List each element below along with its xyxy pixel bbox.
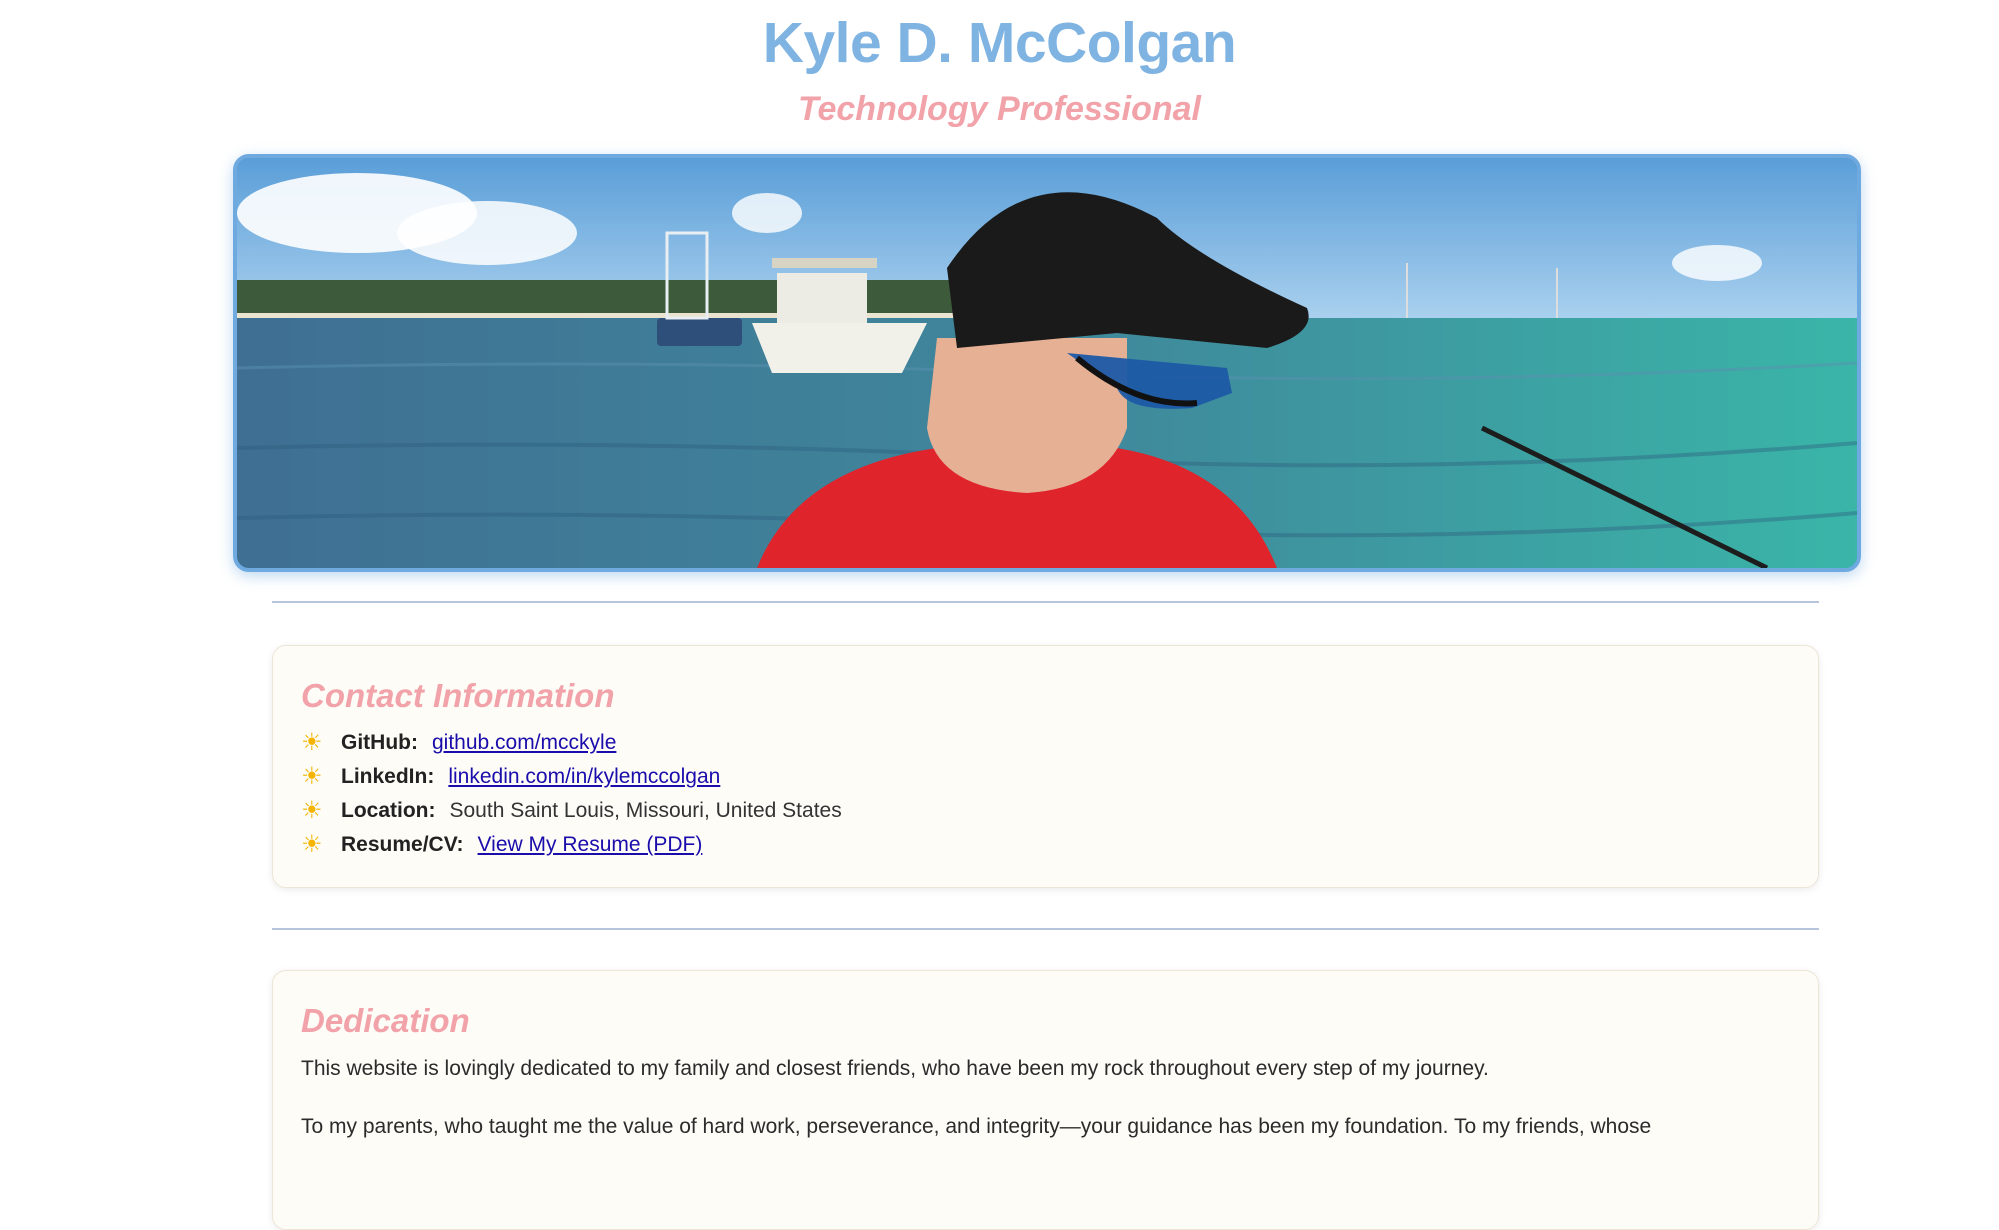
dedication-card: Dedication This website is lovingly dedi… (272, 970, 1819, 1230)
sun-icon: ☀ (301, 763, 323, 790)
sun-icon: ☀ (301, 729, 323, 756)
hero-photo-image (237, 158, 1857, 568)
resume-link[interactable]: View My Resume (PDF) (478, 828, 703, 862)
contact-item-linkedin: ☀ LinkedIn: linkedin.com/in/kylemccolgan (301, 760, 1790, 794)
contact-label: LinkedIn: (341, 765, 435, 788)
contact-item-github: ☀ GitHub: github.com/mcckyle (301, 726, 1790, 760)
contact-label: Resume/CV: (341, 833, 464, 856)
contact-item-location: ☀ Location: South Saint Louis, Missouri,… (301, 794, 1790, 828)
dedication-paragraph: To my parents, who taught me the value o… (301, 1115, 1652, 1138)
github-link[interactable]: github.com/mcckyle (432, 726, 616, 760)
location-text: South Saint Louis, Missouri, United Stat… (449, 799, 842, 822)
sun-icon: ☀ (301, 797, 323, 824)
hero-photo (233, 154, 1861, 572)
page-title: Kyle D. McColgan (762, 11, 1237, 75)
sun-icon: ☀ (301, 831, 323, 858)
site-header: Kyle D. McColgan Technology Professional (0, 0, 1999, 130)
page-subtitle: Technology Professional (797, 90, 1202, 128)
contact-list: ☀ GitHub: github.com/mcckyle ☀ LinkedIn:… (301, 726, 1790, 862)
contact-label: Location: (341, 799, 436, 822)
contact-label: GitHub: (341, 731, 418, 754)
contact-card: Contact Information ☀ GitHub: github.com… (272, 645, 1819, 888)
contact-item-resume: ☀ Resume/CV: View My Resume (PDF) (301, 828, 1790, 862)
linkedin-link[interactable]: linkedin.com/in/kylemccolgan (448, 760, 720, 794)
contact-heading: Contact Information (301, 677, 615, 714)
section-divider (272, 928, 1819, 930)
dedication-heading: Dedication (301, 1002, 470, 1039)
section-divider (272, 601, 1819, 603)
dedication-paragraph: This website is lovingly dedicated to my… (301, 1057, 1489, 1080)
